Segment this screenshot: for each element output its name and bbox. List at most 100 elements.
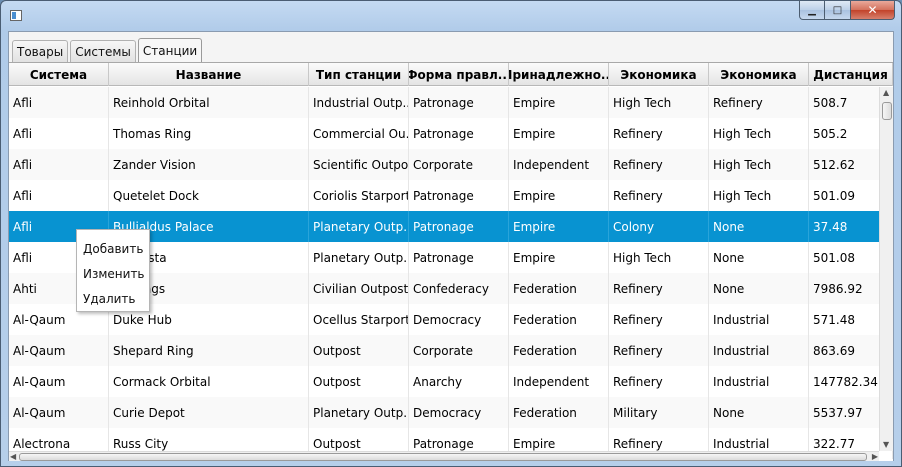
column-economy-1-cell[interactable]: Refinery <box>609 118 709 149</box>
column-station-type-cell[interactable]: Outpost <box>309 335 409 366</box>
column-economy-2-cell[interactable]: Refinery <box>709 87 809 118</box>
column-system-cell[interactable]: Afli <box>9 180 109 211</box>
column-government-cell[interactable]: Patronage <box>409 180 509 211</box>
table-row[interactable]: Afli Thomas Ring Commercial Ou... Patronage… <box>9 118 893 149</box>
column-station-type-cell[interactable]: Coriolis Starport <box>309 180 409 211</box>
table-row[interactable]: Afli Reinhold Orbital Industrial Outp... Pa… <box>9 87 893 118</box>
scroll-left-icon[interactable]: ◀ <box>10 452 16 461</box>
column-economy-2-header[interactable]: Экономика <box>709 63 809 86</box>
column-station-type-cell[interactable]: Scientific Outpost <box>309 149 409 180</box>
column-government-cell[interactable]: Democracy <box>409 397 509 428</box>
column-station-type-cell[interactable]: Industrial Outp... <box>309 87 409 118</box>
column-economy-1-header[interactable]: Экономика <box>609 63 709 86</box>
column-economy-1-cell[interactable]: Colony <box>609 211 709 242</box>
column-allegiance-cell[interactable]: Federation <box>509 273 609 304</box>
horizontal-scroll-thumb[interactable] <box>19 453 867 461</box>
table-row[interactable]: Al-Qaum Shepard Ring Outpost Corporate Feder… <box>9 335 893 366</box>
column-economy-2-cell[interactable]: Industrial <box>709 366 809 397</box>
title-bar[interactable]: ▁ □ ✕ <box>1 1 901 31</box>
column-allegiance-cell[interactable]: Independent <box>509 149 609 180</box>
column-economy-1-cell[interactable]: Refinery <box>609 149 709 180</box>
column-name-cell[interactable]: Thomas Ring <box>109 118 309 149</box>
column-allegiance-cell[interactable]: Independent <box>509 366 609 397</box>
column-station-type-cell[interactable]: Outpost <box>309 366 409 397</box>
column-allegiance-cell[interactable]: Federation <box>509 304 609 335</box>
column-station-type-cell[interactable]: Civilian Outpost <box>309 273 409 304</box>
column-government-cell[interactable]: Confederacy <box>409 273 509 304</box>
column-economy-1-cell[interactable]: Refinery <box>609 273 709 304</box>
column-economy-2-cell[interactable]: High Tech <box>709 118 809 149</box>
menu-item-add[interactable]: Добавить <box>77 236 149 261</box>
column-government-cell[interactable]: Patronage <box>409 211 509 242</box>
column-system-header[interactable]: Система <box>9 63 109 86</box>
tab-tovary[interactable]: Товары <box>12 40 69 62</box>
vertical-scrollbar[interactable]: ▲ ▼ <box>879 87 893 451</box>
column-allegiance-cell[interactable]: Federation <box>509 335 609 366</box>
column-economy-2-cell[interactable]: High Tech <box>709 180 809 211</box>
maximize-button[interactable]: □ <box>825 1 851 20</box>
column-name-header[interactable]: Название <box>109 63 309 86</box>
column-allegiance-cell[interactable]: Empire <box>509 118 609 149</box>
column-government-cell[interactable]: Anarchy <box>409 366 509 397</box>
column-station-type-cell[interactable]: Planetary Outp... <box>309 211 409 242</box>
column-economy-1-cell[interactable]: Refinery <box>609 335 709 366</box>
column-station-type-header[interactable]: Тип станции <box>309 63 409 86</box>
column-name-cell[interactable]: Reinhold Orbital <box>109 87 309 118</box>
menu-item-edit[interactable]: Изменить <box>77 261 149 286</box>
table-row[interactable]: Al-Qaum Cormack Orbital Outpost Anarchy Inde… <box>9 366 893 397</box>
column-station-type-cell[interactable]: Planetary Outp... <box>309 397 409 428</box>
column-allegiance-cell[interactable]: Empire <box>509 180 609 211</box>
column-economy-1-cell[interactable]: Refinery <box>609 180 709 211</box>
column-economy-2-cell[interactable]: High Tech <box>709 149 809 180</box>
column-allegiance-cell[interactable]: Federation <box>509 397 609 428</box>
vertical-scroll-thumb[interactable] <box>882 102 892 120</box>
column-government-cell[interactable]: Patronage <box>409 242 509 273</box>
table-row[interactable]: Afli Zander Vision Scientific Outpost Corpo… <box>9 149 893 180</box>
column-allegiance-cell[interactable]: Empire <box>509 211 609 242</box>
close-button[interactable]: ✕ <box>851 1 895 20</box>
column-distance-header[interactable]: Дистанция <box>809 63 893 86</box>
column-system-cell[interactable]: Afli <box>9 87 109 118</box>
table-row[interactable]: Afli Quetelet Dock Coriolis Starport Patron… <box>9 180 893 211</box>
column-economy-2-cell[interactable]: Industrial <box>709 304 809 335</box>
scroll-down-icon[interactable]: ▼ <box>883 441 889 449</box>
column-system-cell[interactable]: Al-Qaum <box>9 397 109 428</box>
column-economy-2-cell[interactable]: None <box>709 397 809 428</box>
column-economy-1-cell[interactable]: High Tech <box>609 242 709 273</box>
menu-item-delete[interactable]: Удалить <box>77 286 149 311</box>
column-economy-2-cell[interactable]: None <box>709 242 809 273</box>
column-economy-1-cell[interactable]: Refinery <box>609 304 709 335</box>
tab-stantsii[interactable]: Станции <box>137 38 203 62</box>
scroll-up-icon[interactable]: ▲ <box>883 89 889 97</box>
table-row[interactable]: Al-Qaum Curie Depot Planetary Outp... Democ… <box>9 397 893 428</box>
minimize-button[interactable]: ▁ <box>799 1 825 20</box>
tab-sistemy[interactable]: Системы <box>70 40 136 62</box>
column-economy-2-cell[interactable]: Industrial <box>709 335 809 366</box>
column-allegiance-cell[interactable]: Empire <box>509 242 609 273</box>
scroll-right-icon[interactable]: ▶ <box>872 452 878 461</box>
column-name-cell[interactable]: Zander Vision <box>109 149 309 180</box>
column-name-cell[interactable]: Shepard Ring <box>109 335 309 366</box>
column-station-type-cell[interactable]: Planetary Outp... <box>309 242 409 273</box>
column-government-cell[interactable]: Democracy <box>409 304 509 335</box>
column-economy-1-cell[interactable]: Military <box>609 397 709 428</box>
column-name-cell[interactable]: Curie Depot <box>109 397 309 428</box>
column-allegiance-cell[interactable]: Empire <box>509 87 609 118</box>
column-economy-1-cell[interactable]: Refinery <box>609 366 709 397</box>
horizontal-scrollbar[interactable]: ◀ ▶ <box>9 451 879 461</box>
column-government-cell[interactable]: Patronage <box>409 87 509 118</box>
column-allegiance-header[interactable]: Принадлежно... <box>509 63 609 86</box>
column-economy-1-cell[interactable]: High Tech <box>609 87 709 118</box>
column-station-type-cell[interactable]: Commercial Ou... <box>309 118 409 149</box>
column-government-cell[interactable]: Corporate <box>409 335 509 366</box>
column-name-cell[interactable]: Cormack Orbital <box>109 366 309 397</box>
column-system-cell[interactable]: Al-Qaum <box>9 366 109 397</box>
column-system-cell[interactable]: Al-Qaum <box>9 335 109 366</box>
column-government-cell[interactable]: Corporate <box>409 149 509 180</box>
column-government-header[interactable]: Форма правл... <box>409 63 509 86</box>
column-system-cell[interactable]: Afli <box>9 149 109 180</box>
column-government-cell[interactable]: Patronage <box>409 118 509 149</box>
column-station-type-cell[interactable]: Ocellus Starport <box>309 304 409 335</box>
column-system-cell[interactable]: Afli <box>9 118 109 149</box>
column-economy-2-cell[interactable]: None <box>709 211 809 242</box>
